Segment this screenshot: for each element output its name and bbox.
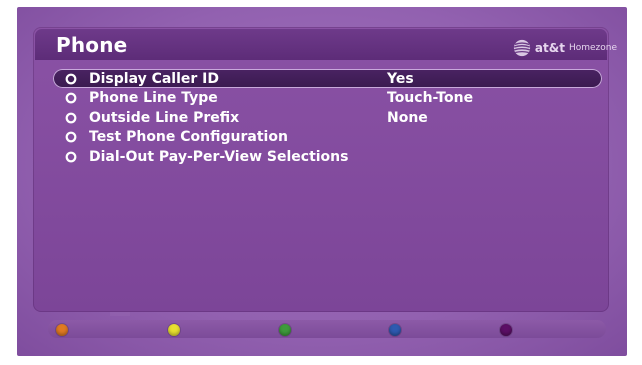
brand-logo: at&t Homezone: [513, 38, 617, 58]
menu-item-label: Dial-Out Pay-Per-View Selections: [89, 148, 349, 165]
menu-item-value: Touch-Tone: [387, 90, 474, 106]
menu-item-outside-line-prefix[interactable]: Outside Line Prefix None: [53, 108, 602, 127]
orange-button[interactable]: [56, 324, 68, 336]
menu-item-label: Test Phone Configuration: [89, 129, 288, 145]
menu-item-value: Yes: [387, 70, 414, 87]
menu-item-display-caller-id[interactable]: Display Caller ID Yes: [53, 69, 602, 88]
green-button[interactable]: [279, 324, 291, 336]
page-title: Phone: [56, 33, 128, 57]
menu-item-test-phone-configuration[interactable]: Test Phone Configuration: [53, 128, 602, 147]
menu-item-phone-line-type[interactable]: Phone Line Type Touch-Tone: [53, 89, 602, 108]
att-globe-icon: [513, 39, 530, 57]
bullet-icon: [65, 112, 77, 123]
color-button-bar: [48, 320, 606, 338]
menu-item-label: Outside Line Prefix: [89, 109, 240, 126]
menu-item-label: Display Caller ID: [89, 70, 220, 87]
bullet-icon: [65, 73, 77, 84]
brand-name: at&t: [534, 41, 565, 55]
menu-list: Display Caller ID Yes Phone Line Type To…: [53, 69, 602, 167]
menu-item-label: Phone Line Type: [89, 90, 218, 106]
bullet-icon: [65, 92, 77, 104]
yellow-button[interactable]: [168, 324, 180, 336]
menu-item-value: None: [387, 109, 428, 126]
bullet-icon: [65, 131, 77, 143]
blue-button[interactable]: [389, 324, 401, 336]
brand-subtitle: Homezone: [568, 43, 617, 53]
menu-item-dial-out-ppv-selections[interactable]: Dial-Out Pay-Per-View Selections: [53, 147, 602, 166]
purple-button[interactable]: [500, 324, 512, 336]
bullet-icon: [65, 151, 77, 162]
